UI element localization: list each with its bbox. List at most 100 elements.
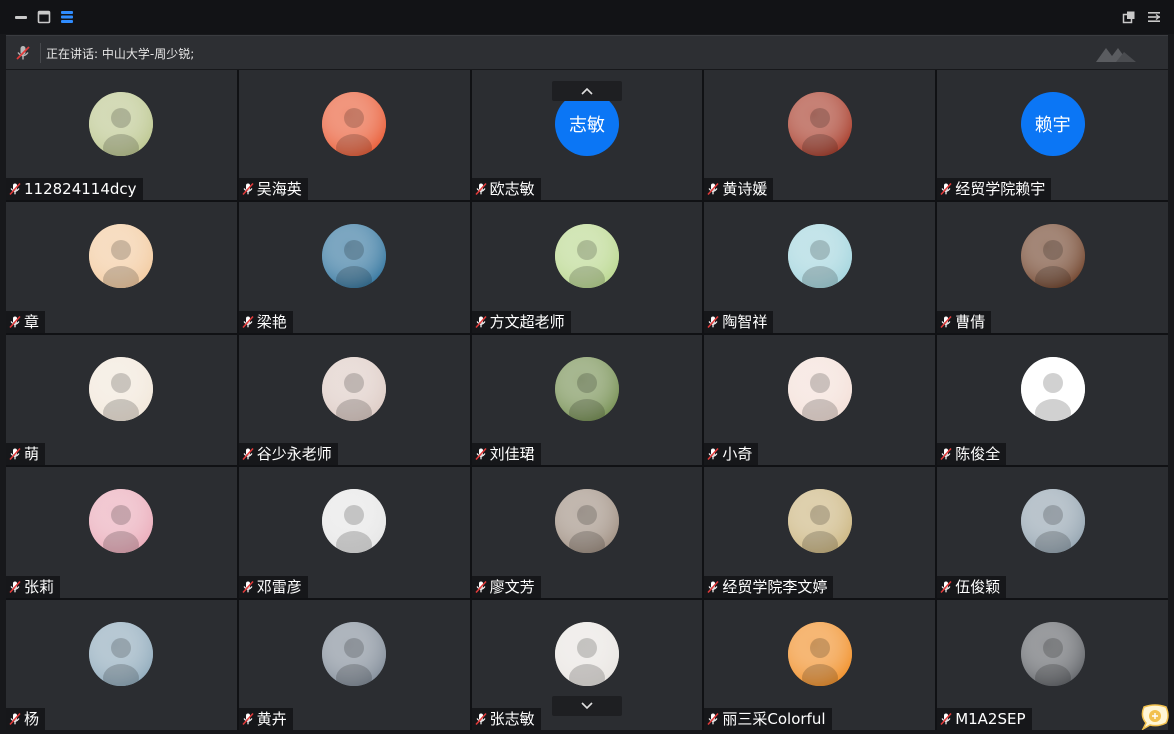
muted-mic-icon[interactable] <box>241 712 255 726</box>
minimize-icon[interactable] <box>13 9 29 25</box>
participant-namebar: 梁艳 <box>238 310 293 333</box>
participant-tile[interactable]: 刘佳珺 <box>471 334 703 466</box>
participant-tile[interactable]: 陶智祥 <box>704 202 936 333</box>
participant-tile[interactable]: 谷少永老师 <box>238 334 470 466</box>
layout-icon[interactable] <box>59 9 75 25</box>
muted-mic-icon[interactable] <box>939 580 953 594</box>
avatar <box>1020 621 1085 686</box>
muted-mic-icon[interactable] <box>706 447 720 461</box>
participant-name: M1A2SEP <box>955 709 1026 728</box>
participant-name: 伍俊颖 <box>955 577 1001 596</box>
participant-tile[interactable]: 邓雷彦 <box>238 467 470 598</box>
avatar-initials: 志敏 <box>568 115 605 136</box>
muted-mic-icon[interactable] <box>8 580 22 594</box>
participant-namebar: 曹倩 <box>937 310 992 333</box>
participant-tile[interactable]: 廖文芳 <box>471 467 703 598</box>
muted-mic-icon[interactable] <box>706 712 720 726</box>
muted-mic-icon[interactable] <box>706 580 720 594</box>
participant-tile[interactable]: 黄卉 <box>238 599 470 730</box>
avatar <box>322 224 387 289</box>
avatar <box>322 489 387 554</box>
avatar <box>554 489 619 554</box>
muted-mic-icon[interactable] <box>8 182 22 196</box>
muted-mic-icon[interactable] <box>706 315 720 329</box>
muted-mic-icon[interactable] <box>14 44 32 62</box>
participant-tile[interactable]: 张莉 <box>6 467 237 598</box>
scroll-down-button[interactable] <box>552 696 622 716</box>
participant-tile[interactable]: 赖宇经贸学院赖宇 <box>937 70 1168 201</box>
muted-mic-icon[interactable] <box>474 315 488 329</box>
participant-name: 丽三采Colorful <box>722 709 826 728</box>
participant-tile[interactable]: 梁艳 <box>238 202 470 333</box>
participant-name: 杨 <box>24 709 40 728</box>
muted-mic-icon[interactable] <box>474 447 488 461</box>
participant-name: 陈俊全 <box>955 445 1001 464</box>
participant-tile[interactable]: 杨 <box>6 599 237 730</box>
restore-icon[interactable] <box>36 9 52 25</box>
participant-namebar: 112824114dcy <box>6 178 143 201</box>
participant-tile[interactable]: 112824114dcy <box>6 70 237 201</box>
participant-name: 廖文芳 <box>489 577 535 596</box>
avatar <box>787 224 852 289</box>
muted-mic-icon[interactable] <box>474 712 488 726</box>
muted-mic-icon[interactable] <box>8 447 22 461</box>
avatar <box>1020 356 1085 421</box>
participant-tile[interactable]: 方文超老师 <box>471 202 703 333</box>
avatar-initials: 赖宇 <box>1034 115 1071 136</box>
participant-name: 张莉 <box>24 577 55 596</box>
participant-tile[interactable]: 曹倩 <box>937 202 1168 333</box>
participant-namebar: 黄诗媛 <box>704 178 774 201</box>
participant-tile[interactable]: 小奇 <box>704 334 936 466</box>
participant-tile[interactable]: 陈俊全 <box>937 334 1168 466</box>
participant-tile[interactable]: 萌 <box>6 334 237 466</box>
avatar <box>554 621 619 686</box>
participant-tile[interactable]: 黄诗媛 <box>704 70 936 201</box>
participant-name: 方文超老师 <box>489 312 565 331</box>
muted-mic-icon[interactable] <box>474 580 488 594</box>
participant-tile[interactable]: 章 <box>6 202 237 333</box>
participant-name: 小奇 <box>722 445 753 464</box>
participant-tile[interactable]: 经贸学院李文婷 <box>704 467 936 598</box>
chat-bubble-icon[interactable] <box>1140 704 1170 730</box>
participant-name: 欧志敏 <box>489 180 535 199</box>
avatar <box>1020 224 1085 289</box>
participant-name: 经贸学院赖宇 <box>955 180 1046 199</box>
participant-tile[interactable]: M1A2SEP <box>937 599 1168 730</box>
speaking-indicator-bar: 正在讲话: 中山大学-周少锐; <box>6 35 1168 69</box>
avatar <box>787 489 852 554</box>
muted-mic-icon[interactable] <box>939 712 953 726</box>
participant-name: 梁艳 <box>256 312 287 331</box>
participant-namebar: 丽三采Colorful <box>704 707 832 730</box>
avatar <box>787 621 852 686</box>
avatar <box>322 356 387 421</box>
muted-mic-icon[interactable] <box>241 315 255 329</box>
participant-tile[interactable]: 伍俊颖 <box>937 467 1168 598</box>
participant-namebar: 陶智祥 <box>704 310 774 333</box>
participant-name: 黄卉 <box>256 709 287 728</box>
muted-mic-icon[interactable] <box>706 182 720 196</box>
participant-namebar: M1A2SEP <box>937 707 1032 730</box>
participant-tile[interactable]: 吴海英 <box>238 70 470 201</box>
muted-mic-icon[interactable] <box>474 182 488 196</box>
participant-namebar: 廖文芳 <box>471 575 541 598</box>
participant-namebar: 章 <box>6 310 46 333</box>
muted-mic-icon[interactable] <box>8 315 22 329</box>
muted-mic-icon[interactable] <box>939 182 953 196</box>
avatar <box>89 224 154 289</box>
participant-tile[interactable]: 丽三采Colorful <box>704 599 936 730</box>
scroll-up-button[interactable] <box>552 81 622 101</box>
participant-namebar: 黄卉 <box>238 707 293 730</box>
participant-namebar: 杨 <box>6 707 46 730</box>
muted-mic-icon[interactable] <box>939 447 953 461</box>
muted-mic-icon[interactable] <box>939 315 953 329</box>
muted-mic-icon[interactable] <box>8 712 22 726</box>
avatar <box>787 92 852 156</box>
collapse-icon[interactable] <box>1146 9 1162 25</box>
share-icon[interactable] <box>1121 9 1137 25</box>
participant-name: 章 <box>24 312 40 331</box>
muted-mic-icon[interactable] <box>241 182 255 196</box>
muted-mic-icon[interactable] <box>241 447 255 461</box>
muted-mic-icon[interactable] <box>241 580 255 594</box>
avatar <box>89 92 154 156</box>
chevron-up-icon <box>581 87 593 95</box>
